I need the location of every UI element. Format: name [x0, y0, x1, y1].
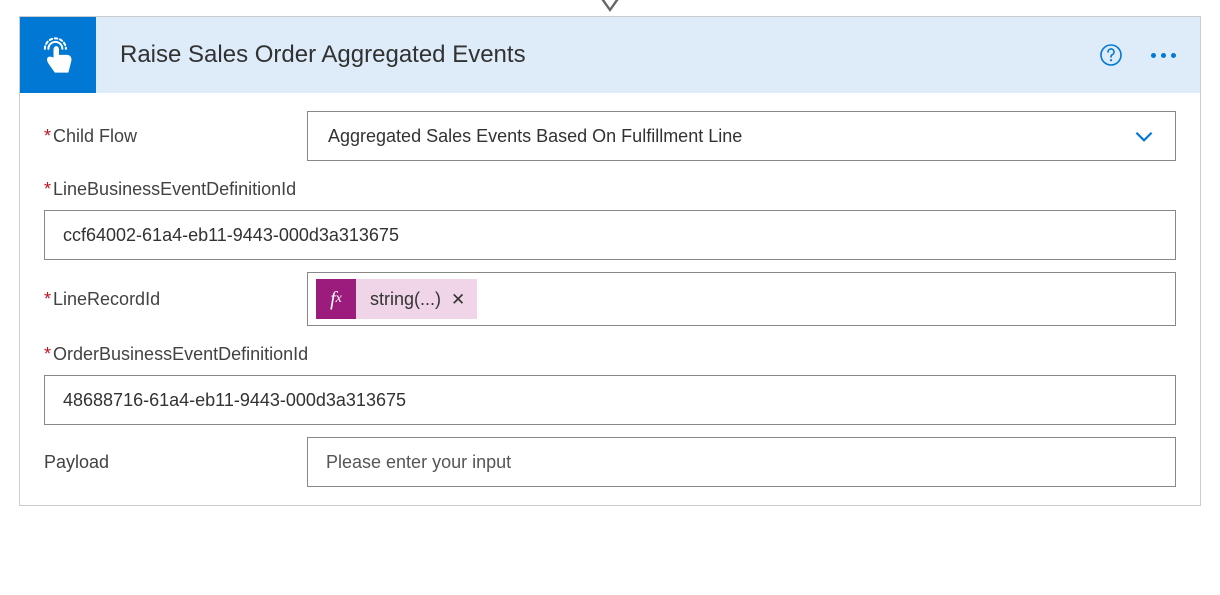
action-icon-tile	[20, 17, 96, 93]
text-input[interactable]	[63, 376, 1157, 424]
connector-arrow-down-icon	[600, 0, 620, 12]
field-row-payload: Payload	[44, 437, 1176, 487]
required-asterisk: *	[44, 126, 51, 146]
line-record-id-input[interactable]: fx string(...) ✕	[307, 272, 1176, 326]
order-biz-event-def-id-input[interactable]	[44, 375, 1176, 425]
field-row-child-flow: *Child Flow Aggregated Sales Events Base…	[44, 111, 1176, 161]
label-text: LineBusinessEventDefinitionId	[53, 179, 296, 199]
field-label: Payload	[44, 452, 307, 473]
required-asterisk: *	[44, 344, 51, 364]
label-text: OrderBusinessEventDefinitionId	[53, 344, 308, 364]
more-menu-button[interactable]	[1151, 53, 1176, 58]
select-value: Aggregated Sales Events Based On Fulfill…	[328, 126, 742, 147]
field-row-line-record-id: *LineRecordId fx string(...) ✕	[44, 272, 1176, 326]
expression-text: string(...)	[370, 289, 441, 310]
child-flow-select[interactable]: Aggregated Sales Events Based On Fulfill…	[307, 111, 1176, 161]
required-asterisk: *	[44, 289, 51, 309]
card-body: *Child Flow Aggregated Sales Events Base…	[20, 93, 1200, 505]
required-asterisk: *	[44, 179, 51, 199]
fx-icon: fx	[316, 279, 356, 319]
chevron-down-icon	[1131, 123, 1157, 149]
card-header: Raise Sales Order Aggregated Events	[20, 17, 1200, 93]
line-biz-event-def-id-input[interactable]	[44, 210, 1176, 260]
field-col-line-biz-event-def-id: *LineBusinessEventDefinitionId	[44, 179, 1176, 260]
remove-expression-button[interactable]: ✕	[451, 291, 465, 308]
field-label: *LineBusinessEventDefinitionId	[44, 179, 1176, 200]
header-actions	[1099, 43, 1176, 67]
text-input[interactable]	[326, 438, 1157, 486]
touch-pointer-icon	[37, 34, 79, 76]
card-title: Raise Sales Order Aggregated Events	[120, 41, 1099, 69]
text-input[interactable]	[63, 211, 1157, 259]
action-card: Raise Sales Order Aggregated Events *Chi…	[19, 16, 1201, 506]
field-label: *LineRecordId	[44, 289, 307, 310]
label-text: LineRecordId	[53, 289, 160, 309]
dot-icon	[1151, 53, 1156, 58]
label-text: Child Flow	[53, 126, 137, 146]
field-label: *Child Flow	[44, 126, 307, 147]
payload-input[interactable]	[307, 437, 1176, 487]
field-label: *OrderBusinessEventDefinitionId	[44, 344, 1176, 365]
dot-icon	[1171, 53, 1176, 58]
label-text: Payload	[44, 452, 109, 472]
field-col-order-biz-event-def-id: *OrderBusinessEventDefinitionId	[44, 344, 1176, 425]
dot-icon	[1161, 53, 1166, 58]
expression-token[interactable]: fx string(...) ✕	[316, 279, 477, 319]
help-icon[interactable]	[1099, 43, 1123, 67]
